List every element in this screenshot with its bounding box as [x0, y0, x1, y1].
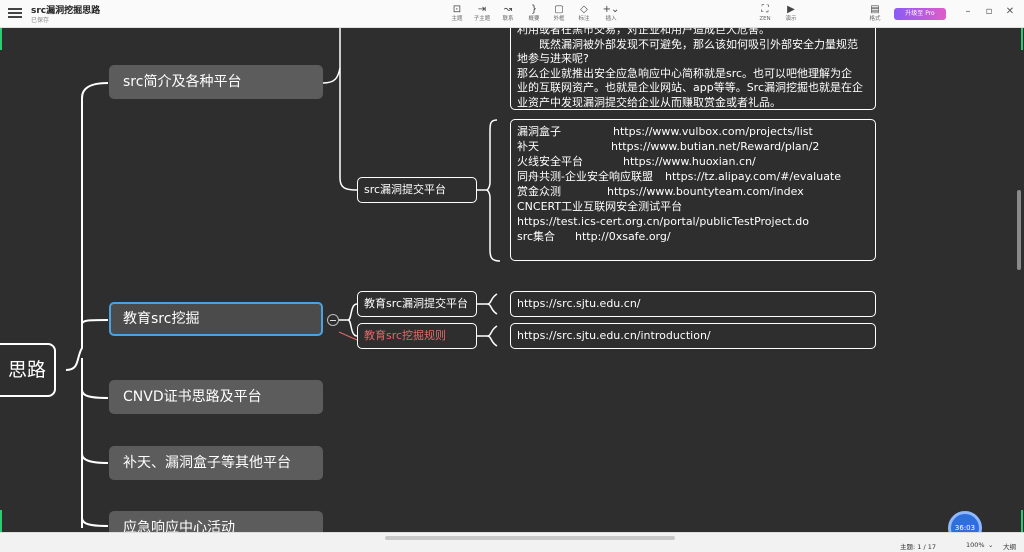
insert-icon: +⌄: [602, 4, 620, 15]
note-line: 地参与进来呢?: [517, 52, 589, 65]
topic-src-intro[interactable]: src简介及各种平台: [109, 65, 323, 99]
subtopic-submit-platform[interactable]: src漏洞提交平台: [357, 177, 477, 203]
platform-row: 补天 https://www.butian.net/Reward/plan/2: [517, 140, 820, 153]
topic-counter: 主题: 1 / 17: [900, 543, 936, 551]
present-icon: ▶: [787, 4, 795, 15]
subtopic-edu-submit-platform[interactable]: 教育src漏洞提交平台: [357, 291, 477, 317]
horizontal-scrollbar[interactable]: [385, 536, 675, 540]
topic-emergency-response[interactable]: 应急响应中心活动: [109, 511, 323, 532]
title-bar: src漏洞挖掘思路 已保存 ⊡ 主题 ⇥ 子主题 ↝ 联系 } 概要 ▢ 外框 ◇ 标注 +…: [0, 0, 1024, 28]
toolbar-insert-button[interactable]: +⌄ 插入: [596, 4, 626, 23]
platform-row: 同舟共测-企业安全响应联盟 https://tz.alipay.com/#/eva…: [517, 170, 842, 183]
platform-row: 赏金众测 https://www.bountyteam.com/index: [517, 185, 804, 198]
mindmap-canvas[interactable]: 思路 src简介及各种平台 教育src挖掘 CNVD证书思路及平台 补天、漏洞盒…: [0, 28, 1014, 532]
platform-row: src集合 http://0xsafe.org/: [517, 230, 671, 243]
edu-submit-url-note[interactable]: https://src.sjtu.edu.cn/: [510, 291, 876, 317]
note-line: 业资产中发现漏洞提交给企业从而赚取赏金或者礼品。: [517, 95, 781, 109]
close-icon[interactable]: ✕: [1003, 6, 1017, 17]
note-line: 既然漏洞被外部发现不可避免，那么该如何吸引外部安全力量规范: [517, 37, 858, 51]
platform-row: https://test.ics-cert.org.cn/portal/publ…: [517, 215, 809, 228]
toolbar-present-button[interactable]: ▶ 演示: [776, 4, 806, 23]
save-status: 已保存: [31, 17, 50, 24]
topic-cnvd[interactable]: CNVD证书思路及平台: [109, 380, 323, 414]
platform-list-note[interactable]: 漏洞盒子 https://www.vulbox.com/projects/list…: [510, 119, 876, 261]
toolbar-callout-button[interactable]: ◇ 标注: [569, 4, 599, 23]
topic-other-platforms[interactable]: 补天、漏洞盒子等其他平台: [109, 446, 323, 480]
subtopic-edu-rules[interactable]: 教育src挖掘规则: [357, 323, 477, 349]
hamburger-menu-icon[interactable]: [8, 6, 22, 20]
maximize-icon[interactable]: ▫: [982, 6, 996, 17]
root-topic[interactable]: 思路: [0, 343, 56, 397]
note-line: 利用或者在黑市交易，对企业和用户造成巨大危害。: [517, 28, 770, 36]
green-edge-marker: [1021, 510, 1023, 532]
vertical-scrollbar[interactable]: [1017, 190, 1021, 270]
outline-toggle[interactable]: 大纲: [1003, 541, 1016, 551]
platform-row: 漏洞盒子 https://www.vulbox.com/projects/list: [517, 125, 813, 138]
zoom-level[interactable]: 100%: [966, 541, 985, 549]
edu-rules-url-note[interactable]: https://src.sjtu.edu.cn/introduction/: [510, 323, 876, 349]
status-bar: 主题: 1 / 17 100% ⌄ 大纲: [0, 532, 1024, 552]
upgrade-pro-button[interactable]: 升级至 Pro: [894, 8, 946, 20]
green-edge-marker: [1021, 28, 1023, 50]
note-line: 业的互联网资产。也就是企业网站、app等等。Src漏洞挖掘也就是在企: [517, 81, 864, 94]
callout-icon: ◇: [580, 4, 588, 15]
topic-edu-src[interactable]: 教育src挖掘: [109, 302, 323, 336]
note-line: 那么企业就推出安全应急响应中心简称就是src。也可以吧他理解为企: [517, 66, 853, 80]
platform-row: 火线安全平台 https://www.huoxian.cn/: [517, 155, 756, 168]
format-icon: ▤: [870, 4, 880, 15]
minimize-icon[interactable]: –: [961, 6, 975, 17]
zoom-dropdown-icon[interactable]: ⌄: [988, 541, 993, 549]
platform-row: CNCERT工业互联网安全测试平台: [517, 200, 683, 213]
toolbar-format-button[interactable]: ▤ 格式: [860, 4, 890, 23]
collapse-toggle-icon[interactable]: [327, 314, 339, 326]
src-intro-note[interactable]: 利用或者在黑市交易，对企业和用户造成巨大危害。 既然漏洞被外部发现不可避免，那么…: [510, 28, 876, 110]
